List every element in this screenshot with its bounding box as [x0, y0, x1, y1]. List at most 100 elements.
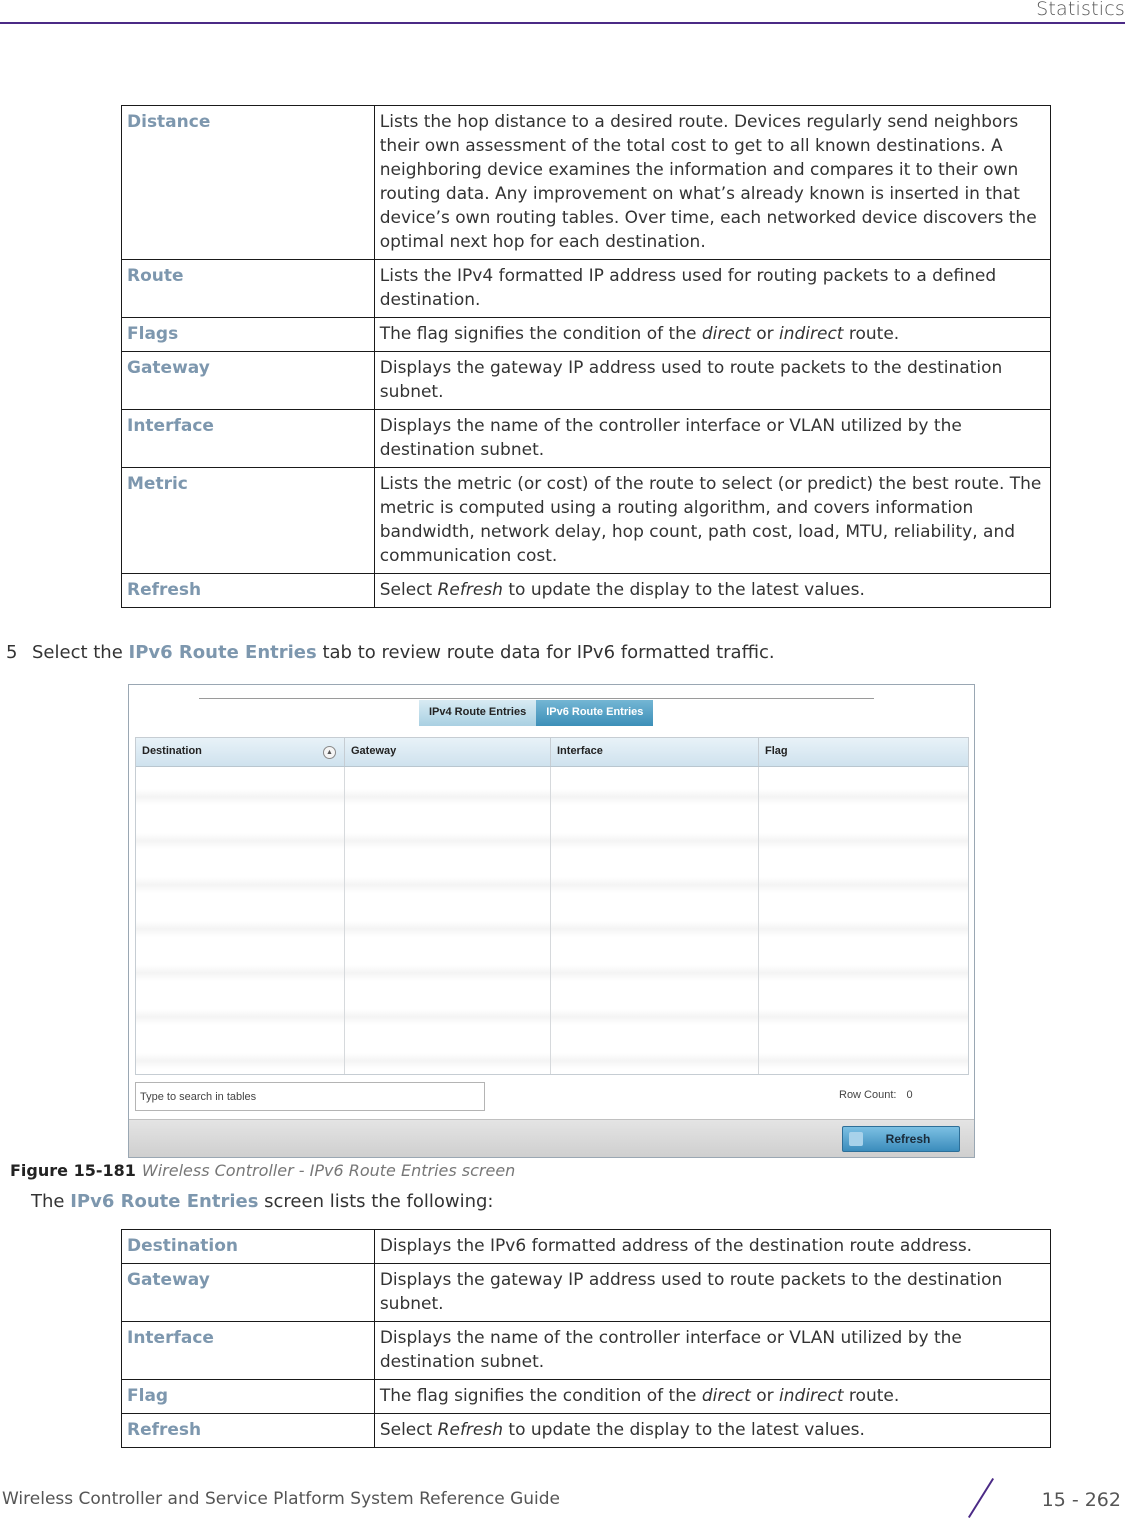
definition-italic: indirect — [779, 324, 844, 344]
term-cell: Route — [121, 259, 375, 318]
step-instruction: 5 Select the IPv6 Route Entries tab to re… — [6, 642, 775, 663]
table-row: Route Lists the IPv4 formatted IP addres… — [121, 259, 1052, 318]
definition-cell: Lists the IPv4 formatted IP address used… — [373, 259, 1052, 318]
route-entries-table: Destination ▲ Gateway Interface Flag — [135, 737, 969, 1075]
figure-title: Wireless Controller - IPv6 Route Entries… — [141, 1161, 516, 1180]
column-flag — [759, 767, 968, 1074]
table-row: Gateway Displays the gateway IP address … — [121, 1263, 1052, 1322]
ipv6-field-description-table: Destination Displays the IPv6 formatted … — [121, 1229, 1052, 1448]
column-label: Gateway — [351, 745, 397, 757]
intro-highlight: IPv6 Route Entries — [70, 1191, 259, 1212]
definition-cell: Lists the metric (or cost) of the route … — [373, 467, 1052, 574]
table-row: Interface Displays the name of the contr… — [121, 1321, 1052, 1380]
term-cell: Interface — [121, 409, 375, 468]
definition-cell: Displays the name of the controller inte… — [373, 409, 1052, 468]
definition-text: to update the display to the latest valu… — [503, 1420, 865, 1440]
table-row: Flag The flag signifies the condition of… — [121, 1379, 1052, 1414]
definition-cell: Displays the name of the controller inte… — [373, 1321, 1052, 1380]
page-number: 15 - 262 — [1041, 1489, 1121, 1511]
definition-text: or — [750, 324, 779, 344]
definition-text: route. — [843, 324, 900, 344]
step-text: tab to review route data for IPv6 format… — [316, 642, 775, 663]
footer-slash-decoration — [967, 1477, 995, 1518]
refresh-icon — [849, 1132, 863, 1146]
tab-ipv4-route-entries[interactable]: IPv4 Route Entries — [419, 700, 537, 726]
column-gateway — [345, 767, 551, 1074]
step-number: 5 — [6, 642, 18, 663]
term-cell: Gateway — [121, 351, 375, 410]
definition-cell: Select Refresh to update the display to … — [373, 573, 1052, 608]
definition-cell: Select Refresh to update the display to … — [373, 1413, 1052, 1448]
table-row: Interface Displays the name of the contr… — [121, 409, 1052, 468]
definition-text: Select — [379, 580, 438, 600]
column-label: Flag — [765, 745, 788, 757]
row-count: Row Count: 0 — [839, 1089, 913, 1101]
term-cell: Gateway — [121, 1263, 375, 1322]
definition-text: Select — [379, 1420, 438, 1440]
term-cell: Flag — [121, 1379, 375, 1414]
column-destination — [136, 767, 345, 1074]
term-cell: Interface — [121, 1321, 375, 1380]
step-text: Select the — [32, 642, 129, 663]
figure-caption: Figure 15-181 Wireless Controller - IPv6 … — [0, 1161, 1125, 1180]
refresh-button[interactable]: Refresh — [842, 1126, 960, 1152]
table-search-input[interactable]: Type to search in tables — [135, 1082, 485, 1111]
column-header-gateway[interactable]: Gateway — [345, 738, 551, 766]
column-header-interface[interactable]: Interface — [551, 738, 759, 766]
intro-text: The — [31, 1191, 71, 1212]
table-body — [136, 767, 968, 1074]
step-highlight: IPv6 Route Entries — [128, 642, 317, 663]
definition-cell: Displays the IPv6 formatted address of t… — [373, 1229, 1052, 1264]
table-row: Distance Lists the hop distance to a des… — [121, 105, 1052, 260]
definition-cell: Displays the gateway IP address used to … — [373, 1263, 1052, 1322]
definition-italic: direct — [701, 1386, 751, 1406]
definition-text: to update the display to the latest valu… — [502, 580, 865, 600]
term-cell: Distance — [121, 105, 375, 260]
table-row: Flags The flag signifies the condition o… — [121, 317, 1052, 352]
ipv6-route-entries-screen: IPv4 Route Entries IPv6 Route Entries De… — [128, 684, 975, 1158]
sort-ascending-icon[interactable]: ▲ — [323, 746, 336, 759]
guide-title: Wireless Controller and Service Platform… — [2, 1489, 561, 1509]
definition-cell: The flag signifies the condition of the … — [373, 317, 1052, 352]
definition-cell: The flag signifies the condition of the … — [373, 1379, 1052, 1414]
term-cell: Metric — [121, 467, 375, 574]
definition-cell: Displays the gateway IP address used to … — [373, 351, 1052, 410]
table-header: Destination ▲ Gateway Interface Flag — [136, 738, 968, 767]
definition-italic: Refresh — [437, 1420, 504, 1440]
term-cell: Refresh — [121, 1413, 375, 1448]
tab-ipv6-route-entries[interactable]: IPv6 Route Entries — [536, 700, 654, 726]
definition-cell: Lists the hop distance to a desired rout… — [373, 105, 1052, 260]
table-row: Refresh Select Refresh to update the dis… — [121, 1413, 1052, 1448]
table-row: Destination Displays the IPv6 formatted … — [121, 1229, 1052, 1264]
definition-text: The flag signifies the condition of the — [379, 324, 702, 344]
term-cell: Flags — [121, 317, 375, 352]
column-label: Interface — [557, 745, 603, 757]
table-row: Metric Lists the metric (or cost) of the… — [121, 467, 1052, 574]
column-header-destination[interactable]: Destination ▲ — [136, 738, 345, 766]
definition-italic: Refresh — [437, 580, 503, 600]
page-footer: Wireless Controller and Service Platform… — [0, 1477, 1125, 1518]
definition-italic: indirect — [779, 1386, 844, 1406]
column-header-flag[interactable]: Flag — [759, 738, 968, 766]
row-count-value: 0 — [906, 1089, 913, 1101]
column-interface — [551, 767, 759, 1074]
definition-italic: direct — [701, 324, 751, 344]
term-cell: Refresh — [121, 573, 375, 608]
ipv4-field-description-table: Distance Lists the hop distance to a des… — [121, 105, 1052, 608]
action-bar: Refresh — [129, 1119, 974, 1157]
table-intro: The IPv6 Route Entries screen lists the … — [31, 1191, 494, 1212]
definition-text: route. — [843, 1386, 900, 1406]
section-title: Statistics — [1036, 0, 1125, 20]
definition-text: or — [750, 1386, 780, 1406]
definition-text: The flag signifies the condition of the — [379, 1386, 702, 1406]
refresh-label: Refresh — [885, 1132, 931, 1146]
table-row: Refresh Select Refresh to update the dis… — [121, 573, 1052, 608]
figure-number: Figure 15-181 — [10, 1161, 136, 1180]
tab-divider — [199, 698, 874, 699]
row-count-label: Row Count: — [839, 1089, 897, 1101]
term-cell: Destination — [121, 1229, 375, 1264]
column-label: Destination — [142, 745, 202, 757]
page-header: Statistics — [0, 0, 1125, 24]
tab-bar: IPv4 Route Entries IPv6 Route Entries — [419, 700, 654, 726]
table-row: Gateway Displays the gateway IP address … — [121, 351, 1052, 410]
